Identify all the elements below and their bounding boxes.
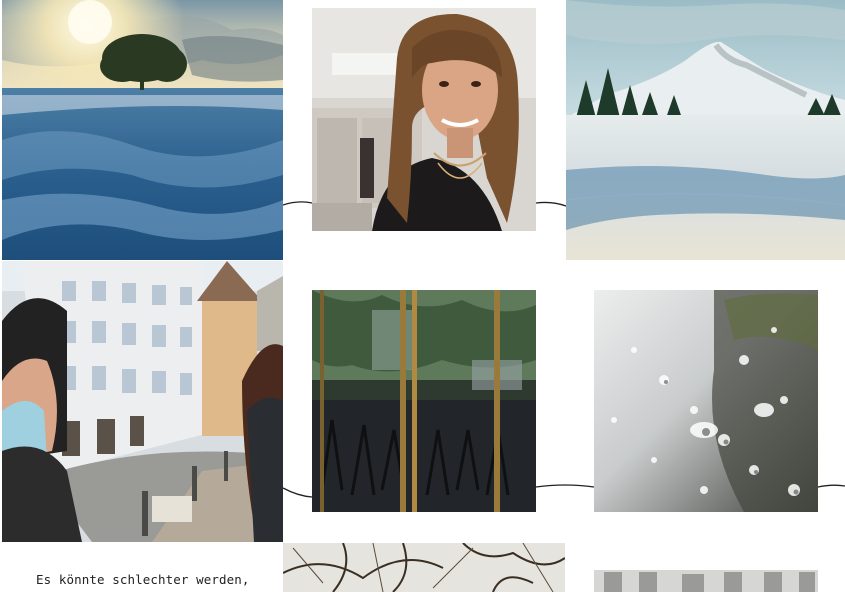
photo-snow-tree-sunset-icon [2,0,283,260]
photo-snowy-hill-icon [566,0,845,260]
photo-tile-selfie-street[interactable] [2,261,283,542]
photo-tile-snowy-hill[interactable] [566,0,845,260]
photo-raindrops-window-icon [594,290,818,512]
photo-woman-portrait-icon [312,8,536,231]
photo-tile-building[interactable] [594,570,818,592]
photo-tile-glass-door[interactable] [312,290,536,512]
caption-text: Es könnte schlechter werden, [36,572,250,587]
photo-building-facade-icon [594,570,818,592]
photo-glass-door-reflection-icon [312,290,536,512]
photo-bare-branches-icon [283,543,565,592]
photo-selfie-old-town-street-icon [2,261,283,542]
photo-tile-branches[interactable] [283,543,565,592]
photo-tile-portrait[interactable] [312,8,536,231]
photo-tile-raindrops[interactable] [594,290,818,512]
photo-tile-snow-tree[interactable] [2,0,283,260]
